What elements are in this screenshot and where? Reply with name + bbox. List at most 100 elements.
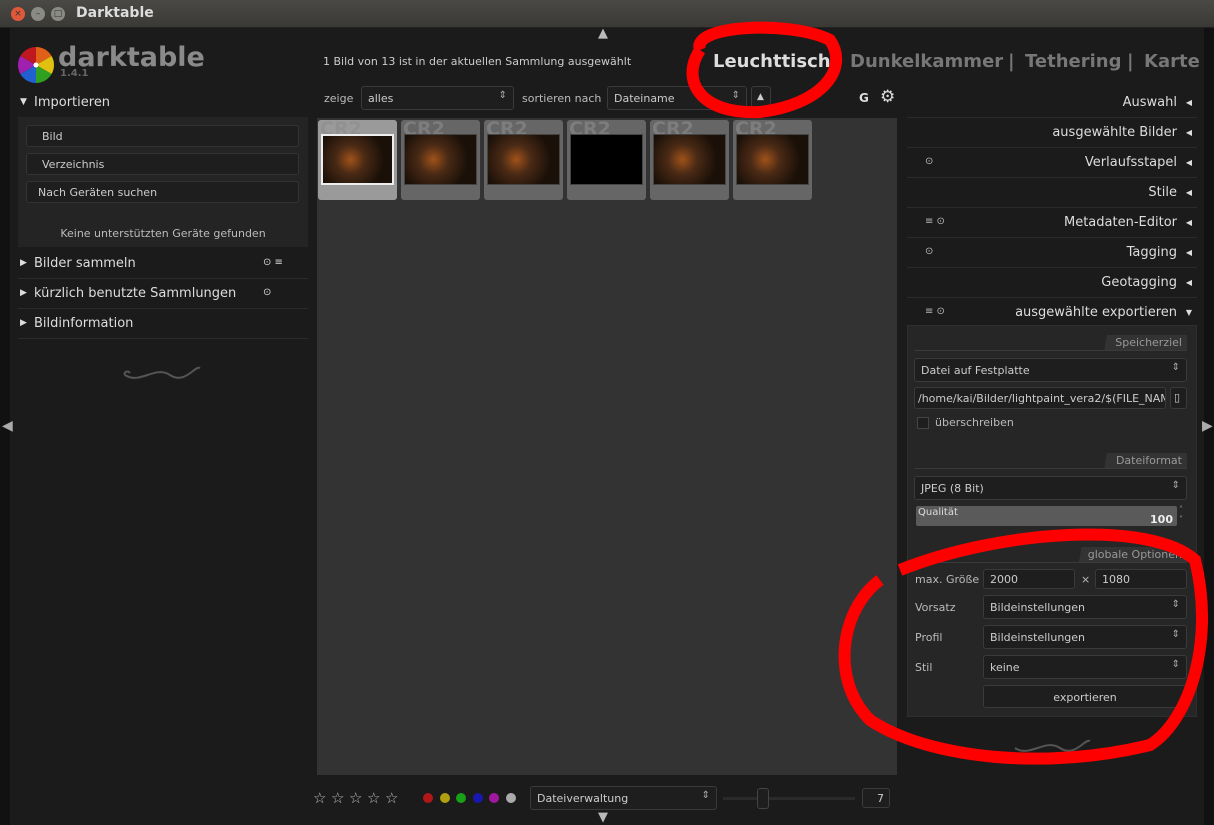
collapsed-triangle-icon: ◀ [1185,188,1192,197]
zoom-slider[interactable] [723,797,855,800]
max-size-label: max. Größe [915,573,980,586]
updown-icon: ⇕ [701,790,710,801]
collapsed-triangle-icon: ◀ [1185,98,1192,107]
format-value: JPEG (8 Bit) [921,482,984,495]
color-label-button[interactable] [505,793,516,803]
star-rating-icon[interactable]: ☆ [385,789,398,807]
export-path-input[interactable]: /home/kai/Bilder/lightpaint_vera2/$(FILE… [914,387,1166,409]
style-label: Stil [915,661,933,674]
lighttable-grid[interactable] [317,118,897,775]
close-window-icon[interactable]: × [11,7,25,21]
view-darkroom[interactable]: Dunkelkammer [850,51,1003,72]
thumbnail[interactable]: CR2 [567,118,646,200]
profile-select[interactable]: Bildeinstellungen ⇕ [983,625,1187,649]
quality-stepper-icon[interactable]: ˄ ˅ [1179,505,1183,525]
module-header-import[interactable]: ▼ Importieren [18,88,308,118]
module-header[interactable]: ausgewählte Bilder ◀ [907,118,1197,148]
import-folder-button[interactable]: Verzeichnis [26,153,299,175]
updown-icon: ⇕ [498,90,507,101]
layout-select[interactable]: Dateiverwaltung ⇕ [530,786,717,810]
color-label-button[interactable] [489,793,499,803]
module-title: Tagging [1126,245,1177,260]
grouping-button[interactable]: G [859,91,869,105]
collapsed-triangle-icon: ◀ [1185,158,1192,167]
thumbnail[interactable]: CR2 [401,118,480,200]
module-header[interactable]: Auswahl ◀ [907,88,1197,118]
module-header-image-info[interactable]: ▶ Bildinformation [18,309,308,339]
module-header[interactable]: Geotagging ◀ [907,268,1197,298]
sort-select[interactable]: Dateiname ⇕ [607,86,747,110]
maximize-window-icon[interactable]: □ [51,7,65,21]
module-icons[interactable]: ⊙ [925,246,933,257]
updown-icon: ⇕ [1171,659,1180,670]
reset-icon[interactable]: ⊙ [263,287,271,298]
module-icons[interactable]: ⊙ [925,156,933,167]
style-select[interactable]: keine ⇕ [983,655,1187,679]
module-title: Geotagging [1101,275,1177,290]
show-filter-select[interactable]: alles ⇕ [361,86,514,110]
browse-folder-icon[interactable]: ▯ [1170,387,1187,409]
thumbnail[interactable]: CR2 [650,118,729,200]
reset-and-presets-icons[interactable]: ⊙ ≡ [263,257,283,268]
module-title: kürzlich benutzte Sammlungen [34,286,237,301]
color-label-button[interactable] [456,793,466,803]
storage-value: Datei auf Festplatte [921,364,1030,377]
module-header-recent[interactable]: ▶ kürzlich benutzte Sammlungen ⊙ [18,279,308,309]
logo-version: 1.4.1 [60,68,89,79]
thumbnail[interactable]: CR2 [484,118,563,200]
view-map[interactable]: Karte [1144,51,1200,72]
quality-value: 100 [1150,513,1173,526]
color-label-button[interactable] [472,793,483,803]
quality-slider[interactable]: Qualität 100 [916,506,1177,526]
ornament-icon [1014,739,1091,752]
thumbnail[interactable]: CR2 [318,118,397,200]
overwrite-label: überschreiben [935,416,1014,429]
collapse-left-panel-icon[interactable]: ◀ [2,418,13,434]
storage-select[interactable]: Datei auf Festplatte ⇕ [914,358,1187,382]
section-format: Dateiformat [914,453,1187,469]
scan-devices-button[interactable]: Nach Geräten suchen [26,181,299,203]
no-devices-status: Keine unterstützten Geräte gefunden [60,227,266,240]
view-tethering[interactable]: Tethering [1025,51,1121,72]
zoom-slider-handle[interactable] [756,788,769,809]
star-rating-icon[interactable]: ☆ [313,789,326,807]
view-separator: | [1127,51,1134,72]
module-header-collect[interactable]: ▶ Bilder sammeln ⊙ ≡ [18,249,308,279]
star-rating-icon[interactable]: ☆ [367,789,380,807]
module-title: Metadaten-Editor [1064,215,1177,230]
overwrite-checkbox[interactable] [917,417,929,429]
thumbnail[interactable]: CR2 [733,118,812,200]
view-lighttable[interactable]: Leuchttisch [713,51,831,72]
section-global-options: globale Optionen [914,547,1187,563]
collapse-right-panel-icon[interactable]: ▶ [1202,418,1213,434]
format-select[interactable]: JPEG (8 Bit) ⇕ [914,476,1187,500]
updown-icon: ⇕ [1171,362,1180,373]
export-button[interactable]: exportieren [983,685,1187,708]
collapse-top-panel-icon[interactable]: ▲ [598,26,608,41]
settings-gear-icon[interactable]: ⚙ [880,87,895,107]
module-icons[interactable]: ≡ ⊙ [925,306,945,317]
module-header[interactable]: Stile ◀ [907,178,1197,208]
module-header[interactable]: ≡ ⊙ Metadaten-Editor ◀ [907,208,1197,238]
module-header[interactable]: ⊙ Tagging ◀ [907,238,1197,268]
star-rating-icon[interactable]: ☆ [331,789,344,807]
color-label-button[interactable] [423,793,433,803]
module-header[interactable]: ⊙ Verlaufsstapel ◀ [907,148,1197,178]
minimize-window-icon[interactable]: – [31,7,45,21]
thumbnail-image [736,134,809,185]
star-rating-icon[interactable]: ☆ [349,789,362,807]
module-header[interactable]: ≡ ⊙ ausgewählte exportieren ▼ [907,298,1197,328]
max-width-input[interactable]: 2000 [983,569,1075,589]
max-height-input[interactable]: 1080 [1095,569,1187,589]
import-image-button[interactable]: Bild [26,125,299,147]
collapsed-triangle-icon: ▶ [20,258,27,268]
collapse-bottom-panel-icon[interactable]: ▼ [598,810,608,825]
thumbnail-image [321,134,394,185]
preset-select[interactable]: Bildeinstellungen ⇕ [983,595,1187,619]
updown-icon: ⇕ [1171,599,1180,610]
preset-value: Bildeinstellungen [990,601,1086,614]
color-label-button[interactable] [439,793,450,803]
module-icons[interactable]: ≡ ⊙ [925,216,945,227]
zoom-value-input[interactable]: 7 [862,788,890,808]
sort-direction-button[interactable]: ▲ [751,86,771,110]
